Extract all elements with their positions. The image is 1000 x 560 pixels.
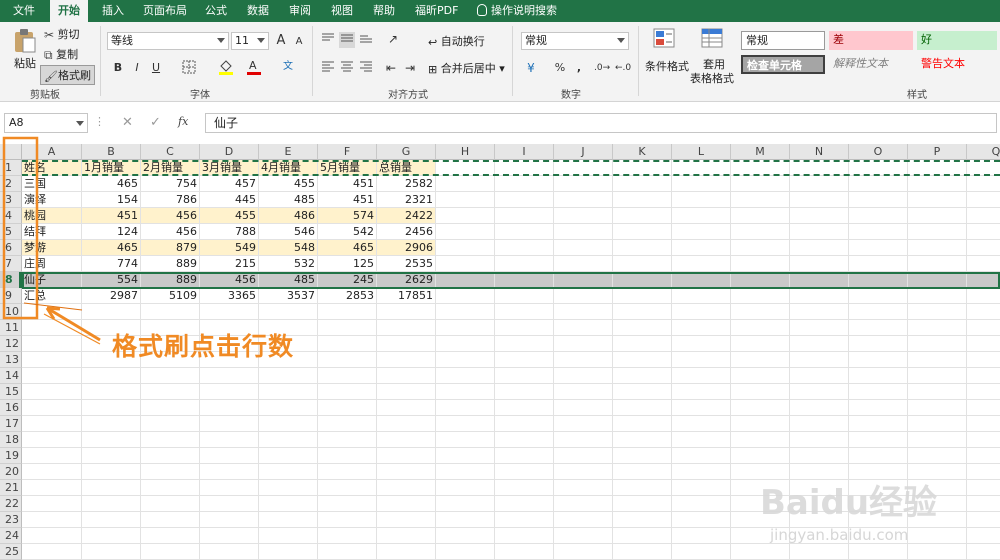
annotation-text: 格式刷点击行数 [112, 332, 295, 361]
annotation-arrow [46, 306, 101, 342]
watermark-brand: Baidu经验 [760, 483, 937, 523]
watermark-url: jingyan.baidu.com [769, 526, 908, 544]
watermark-logo: Baidu经验 jingyan.baidu.com [760, 483, 937, 544]
highlight-box [2, 136, 39, 320]
annotation-arrow-shadow [43, 313, 101, 345]
